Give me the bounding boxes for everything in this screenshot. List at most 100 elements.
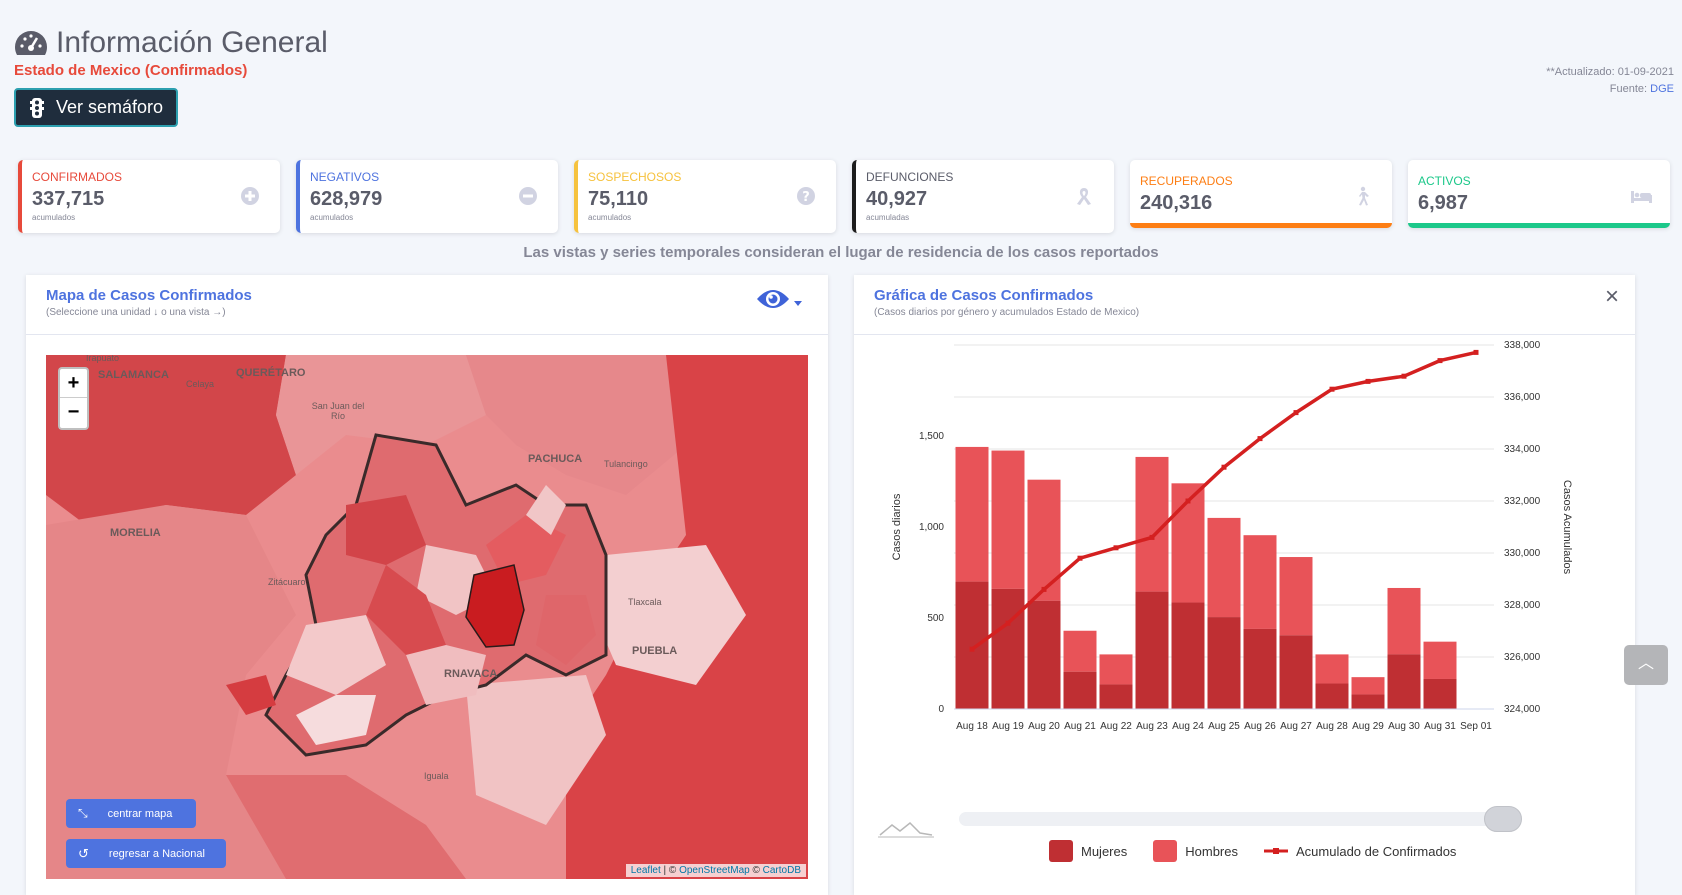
- point-acumulado[interactable]: [1257, 436, 1263, 442]
- legend-item-acumulado[interactable]: Acumulado de Confirmados: [1264, 844, 1456, 859]
- point-acumulado[interactable]: [1329, 386, 1335, 392]
- bar-mujeres[interactable]: [991, 588, 1025, 709]
- stat-card-recuperados: RECUPERADOS 240,316: [1130, 160, 1392, 228]
- legend-label-hombres: Hombres: [1185, 843, 1238, 859]
- bar-hombres[interactable]: [1243, 535, 1277, 629]
- bar-hombres[interactable]: [1423, 641, 1457, 679]
- residence-note: Las vistas y series temporales considera…: [523, 244, 1159, 261]
- y2-axis-label: Casos Acumulados: [1561, 480, 1573, 575]
- bar-mujeres[interactable]: [1423, 678, 1457, 709]
- osm-link[interactable]: OpenStreetMap: [679, 865, 750, 876]
- point-acumulado[interactable]: [1437, 358, 1443, 364]
- point-acumulado[interactable]: [1473, 349, 1479, 355]
- svg-text:?: ?: [802, 190, 810, 205]
- bar-hombres[interactable]: [1207, 517, 1241, 618]
- map-canvas[interactable]: SALAMANCA QUERÉTARO Celaya Irapuato San …: [46, 355, 808, 879]
- bar-mujeres[interactable]: [1207, 617, 1241, 709]
- map-label-zitacuaro: Zitácuaro: [268, 577, 306, 587]
- zoom-out-button[interactable]: −: [60, 398, 87, 427]
- point-acumulado[interactable]: [1401, 373, 1407, 379]
- semaforo-button-label: Ver semáforo: [56, 97, 164, 117]
- stat-card-activos: ACTIVOS 6,987: [1408, 160, 1670, 228]
- center-map-button[interactable]: ⤡ centrar mapa: [66, 799, 196, 828]
- point-acumulado[interactable]: [1077, 555, 1083, 561]
- bar-hombres[interactable]: [1387, 587, 1421, 655]
- map-label-celaya: Celaya: [186, 379, 215, 389]
- zoom-in-button[interactable]: +: [60, 369, 87, 398]
- range-slider[interactable]: [959, 806, 1522, 832]
- y2-tick-label: 336,000: [1504, 392, 1541, 403]
- bar-mujeres[interactable]: [1171, 602, 1205, 709]
- point-acumulado[interactable]: [969, 646, 975, 652]
- view-selector[interactable]: [756, 287, 802, 311]
- y-tick-label: 500: [927, 613, 944, 624]
- map-label-sanjuan: San Juan del Río: [311, 401, 365, 421]
- bar-mujeres[interactable]: [1279, 635, 1313, 709]
- bar-hombres[interactable]: [991, 450, 1025, 589]
- compress-icon: ⤡: [78, 806, 88, 820]
- bar-mujeres[interactable]: [1027, 600, 1061, 709]
- y2-tick-label: 328,000: [1504, 600, 1541, 611]
- map-label-irapuato: Irapuato: [86, 355, 120, 363]
- stat-label: DEFUNCIONES: [866, 170, 954, 184]
- point-acumulado[interactable]: [1113, 545, 1119, 551]
- point-acumulado[interactable]: [1293, 410, 1299, 416]
- stat-sub: acumuladas: [866, 213, 910, 222]
- scroll-to-top-button[interactable]: ︿: [1624, 645, 1668, 685]
- x-tick-label: Aug 21: [1064, 721, 1096, 732]
- back-to-national-button[interactable]: ↺ regresar a Nacional: [66, 839, 226, 868]
- bar-hombres[interactable]: [1063, 630, 1097, 672]
- combo-chart[interactable]: 324,000 326,000 328,000 330,000 332,000 334,0…: [854, 335, 1635, 805]
- x-tick-label: Aug 27: [1280, 721, 1312, 732]
- map-panel-subtitle: (Seleccione una unidad ↓ o una vista →): [46, 307, 226, 318]
- bar-hombres[interactable]: [955, 446, 989, 582]
- point-acumulado[interactable]: [1041, 586, 1047, 592]
- x-tick-label: Aug 20: [1028, 721, 1060, 732]
- point-acumulado[interactable]: [1185, 498, 1191, 504]
- map-label-queretaro: QUERÉTARO: [236, 367, 306, 379]
- legend-item-hombres[interactable]: Hombres: [1153, 840, 1238, 862]
- bar-mujeres[interactable]: [1315, 683, 1349, 709]
- bar-mujeres[interactable]: [1243, 628, 1277, 709]
- bar-mujeres[interactable]: [1387, 654, 1421, 709]
- map-label-tulancingo: Tulancingo: [604, 459, 648, 469]
- close-chart-button[interactable]: ×: [1605, 283, 1619, 311]
- bar-hombres[interactable]: [1027, 479, 1061, 601]
- point-acumulado[interactable]: [1221, 464, 1227, 470]
- point-acumulado[interactable]: [1149, 534, 1155, 540]
- bar-mujeres[interactable]: [1351, 694, 1385, 709]
- source-label: Fuente:: [1609, 83, 1648, 95]
- bar-mujeres[interactable]: [1135, 591, 1169, 709]
- chart-panel-subtitle: (Casos diarios por género y acumulados E…: [874, 307, 1140, 318]
- zoom-control: + −: [58, 367, 89, 430]
- source-link[interactable]: DGE: [1650, 83, 1674, 95]
- bar-mujeres[interactable]: [1063, 671, 1097, 709]
- point-acumulado[interactable]: [1365, 378, 1371, 384]
- map-label-puebla: PUEBLA: [632, 645, 678, 657]
- tachometer-icon: [14, 31, 48, 55]
- legend-item-mujeres[interactable]: Mujeres: [1049, 840, 1127, 862]
- point-acumulado[interactable]: [1005, 620, 1011, 626]
- eye-icon: [757, 290, 789, 308]
- bar-hombres[interactable]: [1315, 654, 1349, 684]
- bar-mujeres[interactable]: [955, 581, 989, 709]
- stat-card-confirmados: CONFIRMADOS 337,715 acumulados: [18, 160, 280, 233]
- page-title: Información General: [56, 26, 328, 59]
- leaflet-link[interactable]: Leaflet: [631, 865, 661, 876]
- y2-tick-label: 324,000: [1504, 704, 1541, 715]
- chart-area: 324,000 326,000 328,000 330,000 332,000 334,0…: [854, 335, 1635, 895]
- bar-hombres[interactable]: [1099, 654, 1133, 685]
- y2-tick-label: 330,000: [1504, 548, 1541, 559]
- x-tick-label: Aug 29: [1352, 721, 1384, 732]
- bar-hombres[interactable]: [1279, 557, 1313, 636]
- map-label-iguala: Iguala: [424, 771, 449, 781]
- bar-mujeres[interactable]: [1099, 684, 1133, 709]
- map-attribution: Leaflet | © OpenStreetMap © CartoDB: [625, 864, 806, 877]
- semaforo-button[interactable]: Ver semáforo: [14, 88, 178, 127]
- y2-tick-label: 338,000: [1504, 340, 1541, 351]
- range-slider-handle[interactable]: [1484, 806, 1522, 832]
- bar-hombres[interactable]: [1351, 677, 1385, 695]
- navigator-icon: [878, 821, 934, 838]
- carto-link[interactable]: CartoDB: [763, 865, 801, 876]
- y-tick-label: 0: [938, 704, 944, 715]
